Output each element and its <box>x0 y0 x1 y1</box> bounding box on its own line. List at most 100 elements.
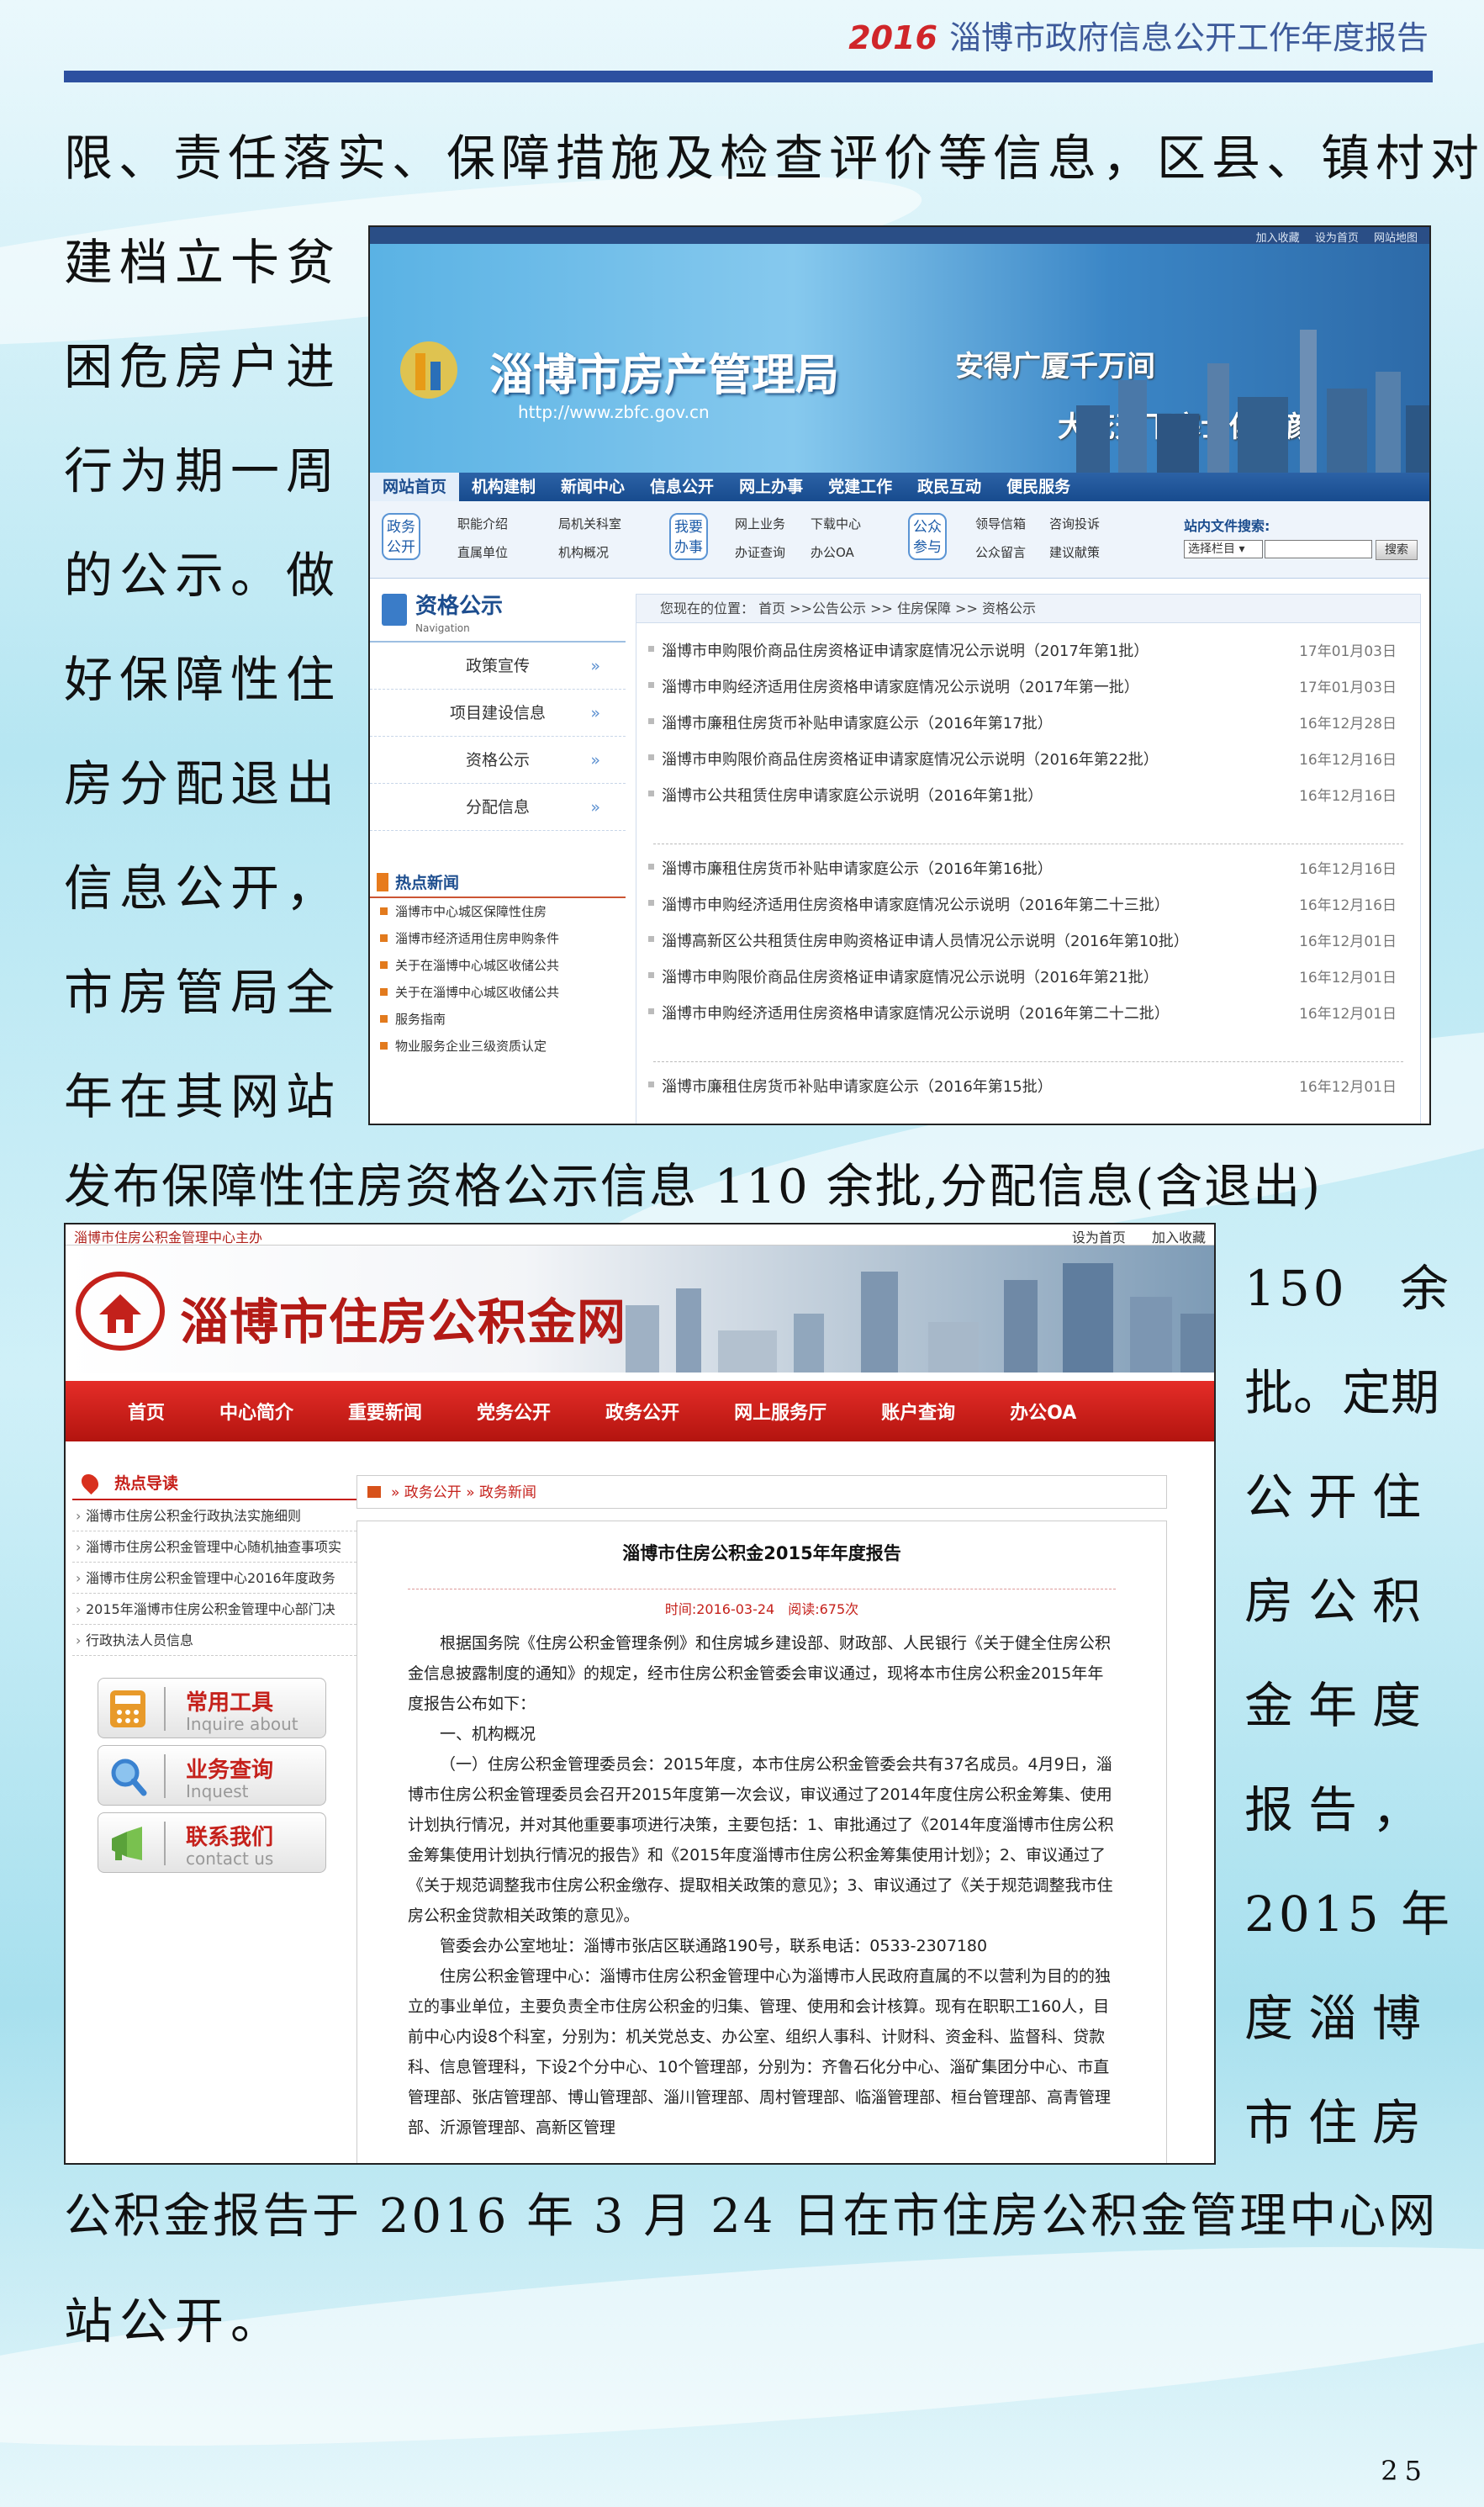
body-line: 站公开。 <box>64 2293 287 2350</box>
sublink[interactable]: 下载中心 <box>811 515 861 532</box>
site-name: 淄博市房产管理局 <box>489 350 840 401</box>
badge-do-business[interactable]: 我要办事 <box>669 513 708 560</box>
list-item-title: 淄博市公共租赁住房申请家庭公示说明（2016年第1批） <box>662 786 1043 805</box>
nav-info-disclosure[interactable]: 信息公开 <box>637 473 726 501</box>
sublink[interactable]: 领导信箱 <box>975 515 1026 532</box>
body-line: 市住房 <box>1244 2094 1437 2151</box>
sublink[interactable]: 办证查询 <box>735 543 785 561</box>
list-divider <box>653 1030 1403 1062</box>
list-item[interactable]: 淄博市申购经济适用住房资格申请家庭情况公示说明（2016年第二十三批） 16年12… <box>636 886 1420 922</box>
sublink[interactable]: 职能介绍 <box>457 515 508 532</box>
divider <box>164 1687 166 1731</box>
search-button[interactable]: 搜索 <box>1376 540 1418 560</box>
list-item[interactable]: 淄博市廉租住房货币补贴申请家庭公示（2016年第17批） 16年12月28日 <box>636 704 1420 740</box>
sitemap-link[interactable]: 网站地图 <box>1374 232 1418 245</box>
business-query-button[interactable]: 业务查询 Inquest <box>98 1745 326 1806</box>
left-sidebar: 热点导读 淄博市住房公积金行政执法实施细则 淄博市住房公积金管理中心随机抽查事项… <box>72 1467 356 1878</box>
tools-title: 常用工具 <box>186 1690 274 1716</box>
top-links: 加入收藏 设为首页 网站地图 <box>370 227 1429 245</box>
sublink[interactable]: 建议献策 <box>1049 543 1100 561</box>
hot-news-item[interactable]: 服务指南 <box>370 1006 626 1033</box>
list-item[interactable]: 淄博高新区公共租赁住房申购资格证申请人员情况公示说明（2016年第10批） 16年… <box>636 922 1420 958</box>
tools-button[interactable]: 常用工具 Inquire about <box>98 1678 326 1738</box>
list-item[interactable]: 淄博市申购限价商品住房资格证申请家庭情况公示说明（2016年第21批） 16年12… <box>636 958 1420 994</box>
hot-news-item[interactable]: 物业服务企业三级资质认定 <box>370 1033 626 1060</box>
side-menu-item[interactable]: 政策宣传 <box>370 643 626 690</box>
article-paragraph: 根据国务院《住房公积金管理条例》和住房城乡建设部、财政部、人民银行《关于健全住房… <box>408 1634 1112 1713</box>
side-menu-item[interactable]: 资格公示 <box>370 737 626 784</box>
hot-reading-item[interactable]: 淄博市住房公积金管理中心2016年度政务 <box>72 1563 356 1594</box>
set-homepage-link[interactable]: 设为首页 <box>1315 232 1359 245</box>
nav-home[interactable]: 网站首页 <box>370 473 460 501</box>
sublink[interactable]: 咨询投诉 <box>1049 515 1100 532</box>
nav-organization[interactable]: 机构建制 <box>459 473 548 501</box>
article-paragraph: 住房公积金管理中心：淄博市住房公积金管理中心为淄博市人民政府直属的不以营利为目的… <box>408 1967 1112 2137</box>
search-column-select[interactable]: 选择栏目 ▾ <box>1184 540 1263 558</box>
hot-reading-item[interactable]: 淄博市住房公积金行政执法实施细则 <box>72 1500 356 1531</box>
hot-news-item[interactable]: 关于在淄博中心城区收储公共 <box>370 952 626 979</box>
body-line: 行为期一周 <box>64 442 342 500</box>
nav-online-service[interactable]: 网上服务厅 <box>734 1398 826 1425</box>
list-item-title: 淄博市申购经济适用住房资格申请家庭情况公示说明（2017年第一批） <box>662 678 1139 696</box>
body-line: 好保障性住 <box>64 651 342 708</box>
contact-us-button[interactable]: 联系我们 contact us <box>98 1812 326 1873</box>
top-bar: 淄博市住房公积金管理中心主办 设为首页 加入收藏 <box>66 1224 1214 1246</box>
sublink[interactable]: 公众留言 <box>975 543 1026 561</box>
nav-news-center[interactable]: 新闻中心 <box>548 473 637 501</box>
nav-gov-affairs[interactable]: 政务公开 <box>605 1398 679 1425</box>
nav-convenience[interactable]: 便民服务 <box>994 473 1083 501</box>
site-url: http://www.zbfc.gov.cn <box>518 402 710 422</box>
badge-public-participation[interactable]: 公众参与 <box>908 513 947 560</box>
body-line: 批。定期 <box>1244 1364 1440 1421</box>
side-menu-item[interactable]: 项目建设信息 <box>370 690 626 737</box>
body-line: 公积金报告于 2016 年 3 月 24 日在市住房公积金管理中心网 <box>64 2189 1439 2244</box>
nav-about[interactable]: 中心简介 <box>219 1398 293 1425</box>
hot-reading-item[interactable]: 2015年淄博市住房公积金管理中心部门决 <box>72 1594 356 1625</box>
list-item-date: 16年12月01日 <box>1299 970 1397 986</box>
article-title: 淄博市住房公积金2015年年度报告 <box>622 1543 901 1563</box>
sublink[interactable]: 局机关科室 <box>558 515 621 532</box>
list-item[interactable]: 淄博市申购经济适用住房资格申请家庭情况公示说明（2016年第二十二批） 16年12… <box>636 994 1420 1030</box>
nav-online-service[interactable]: 网上办事 <box>726 473 816 501</box>
list-item[interactable]: 淄博市廉租住房货币补贴申请家庭公示（2016年第15批） 16年12月01日 <box>636 1067 1420 1103</box>
nav-office-oa[interactable]: 办公OA <box>1010 1398 1076 1425</box>
list-item[interactable]: 淄博市申购经济适用住房资格申请家庭情况公示说明（2017年第一批） 17年01月0… <box>636 668 1420 704</box>
breadcrumb: 您现在的位置： 首页 >>公告公示 >> 住房保障 >> 资格公示 <box>636 595 1420 623</box>
body-line: 限、责任落实、保障措施及检查评价等信息，区县、镇村对 <box>64 130 1484 187</box>
sublink[interactable]: 直属单位 <box>457 543 508 561</box>
site-search-label: 站内文件搜索: <box>1184 518 1270 534</box>
body-line: 困危房户进 <box>64 338 342 395</box>
set-homepage-link[interactable]: 设为首页 <box>1072 1230 1126 1246</box>
nav-home[interactable]: 首页 <box>128 1398 165 1425</box>
body-line: 信息公开， <box>64 859 342 917</box>
list-item[interactable]: 淄博市申购限价商品住房资格证申请家庭情况公示说明（2017年第1批） 17年01月… <box>636 632 1420 668</box>
search-input[interactable] <box>1265 540 1372 558</box>
hot-reading-item[interactable]: 行政执法人员信息 <box>72 1625 356 1656</box>
add-favorite-link[interactable]: 加入收藏 <box>1256 232 1300 245</box>
nav-important-news[interactable]: 重要新闻 <box>348 1398 422 1425</box>
megaphone-icon <box>112 1827 142 1860</box>
side-menu-item[interactable]: 分配信息 <box>370 784 626 831</box>
sublink[interactable]: 机构概况 <box>558 543 609 561</box>
section-title: 资格公示 <box>415 594 504 619</box>
list-item[interactable]: 淄博市廉租住房货币补贴申请家庭公示（2016年第16批） 16年12月16日 <box>636 849 1420 886</box>
list-item[interactable]: 淄博市公共租赁住房申请家庭公示说明（2016年第1批） 16年12月16日 <box>636 776 1420 812</box>
nav-party-work[interactable]: 党建工作 <box>816 473 905 501</box>
hot-news-item[interactable]: 淄博市中心城区保障性住房 <box>370 898 626 925</box>
nav-interaction[interactable]: 政民互动 <box>905 473 994 501</box>
hot-reading-item[interactable]: 淄博市住房公积金管理中心随机抽查事项实 <box>72 1531 356 1563</box>
list-item-title: 淄博市廉租住房货币补贴申请家庭公示（2016年第16批） <box>662 859 1053 878</box>
list-item-date: 16年12月01日 <box>1299 934 1397 950</box>
sublink[interactable]: 办公OA <box>811 543 854 561</box>
tools-subtitle: Inquire about <box>186 1714 298 1734</box>
add-favorite-link[interactable]: 加入收藏 <box>1152 1230 1206 1246</box>
badge-gov-affairs[interactable]: 政务公开 <box>382 513 420 560</box>
body-line: 年在其网站 <box>64 1068 342 1125</box>
hot-news-item[interactable]: 关于在淄博中心城区收储公共 <box>370 979 626 1006</box>
sublink[interactable]: 网上业务 <box>735 515 785 532</box>
main-nav: 首页 中心简介 重要新闻 党务公开 政务公开 网上服务厅 账户查询 办公OA <box>66 1381 1214 1441</box>
list-item[interactable]: 淄博市申购限价商品住房资格证申请家庭情况公示说明（2016年第22批） 16年12… <box>636 740 1420 776</box>
nav-party-affairs[interactable]: 党务公开 <box>477 1398 551 1425</box>
nav-account-query[interactable]: 账户查询 <box>881 1398 955 1425</box>
hot-news-item[interactable]: 淄博市经济适用住房申购条件 <box>370 925 626 952</box>
